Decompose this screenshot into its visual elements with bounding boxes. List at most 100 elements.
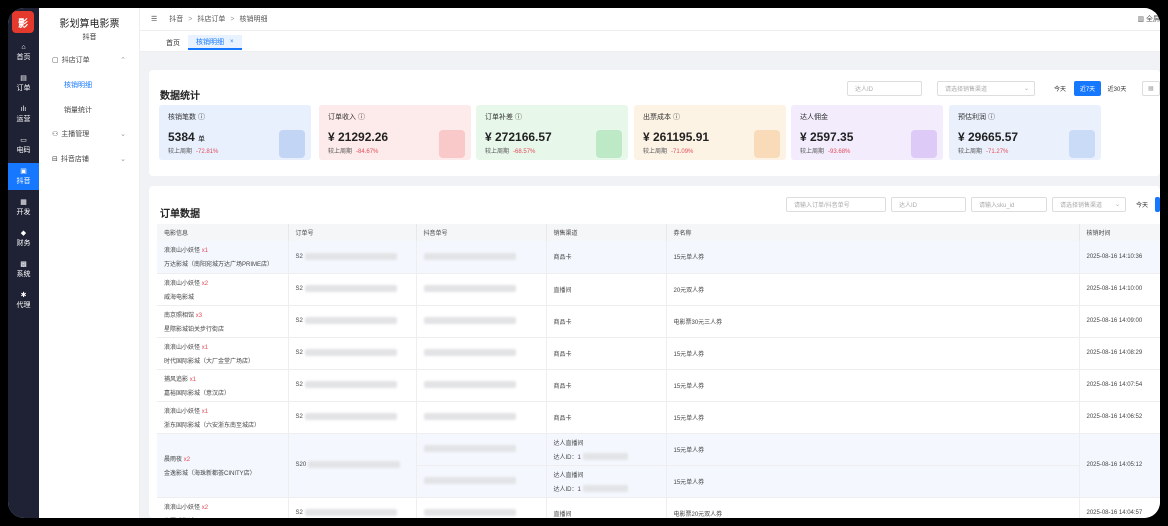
compare-label: 较上周期 bbox=[168, 149, 193, 155]
cell-time: 2025-08-16 14:08:29 bbox=[1079, 337, 1160, 370]
redacted-douyin-number bbox=[423, 381, 516, 389]
stats-talent-id-input[interactable]: 达人ID bbox=[847, 81, 922, 96]
redacted-value bbox=[304, 413, 397, 421]
chevron-down-icon: ⌄ bbox=[120, 156, 126, 163]
cell-ticket: 20元双人券 bbox=[666, 273, 1080, 306]
breadcrumb-item[interactable]: 抖音 bbox=[169, 14, 183, 24]
stat-value: ¥ 272166.57 bbox=[485, 130, 552, 144]
orders-channel-select[interactable]: 请选择销售渠道 ⌄ bbox=[1052, 197, 1126, 212]
rail-label: 订单 bbox=[16, 84, 31, 92]
cell-order: S2 bbox=[288, 401, 417, 434]
table-row[interactable]: 浪浪山小妖怪 x1 万达影城（南阳宛城万达广场PRIME店） S2 商品卡 15元单人券… bbox=[157, 241, 1160, 274]
rail-item-7[interactable]: ▩ 系统 bbox=[8, 256, 39, 283]
tab-home[interactable]: 首页 bbox=[158, 35, 188, 50]
cell-douyin bbox=[416, 305, 547, 338]
orders-talent-id-input[interactable]: 达人ID bbox=[891, 197, 966, 212]
order-number: S2 bbox=[295, 254, 303, 261]
calendar-icon[interactable]: ▦ bbox=[1142, 81, 1160, 96]
stat-card: 预估利润 ⓘ ¥ 29665.57 较上周期 -71.27% bbox=[949, 105, 1101, 160]
breadcrumb-item[interactable]: 抖店订单 bbox=[197, 14, 225, 24]
table-row[interactable]: 晨雨夜 x2 金逸影城（海珠新都荟CINITY店） S20 达人直播间 达人ID：1 15… bbox=[157, 433, 1160, 498]
menu-douyin-shop[interactable]: ⊟ 抖音店铺 ⌄ bbox=[39, 152, 140, 166]
cell-movie: 浪浪山小妖怪 x1 浙东国际影城（六安浙东南至城店） bbox=[157, 401, 289, 434]
cell-douyin bbox=[416, 241, 547, 274]
orders-range-button[interactable] bbox=[1155, 197, 1160, 212]
tab-verify-detail[interactable]: 核销明细 × bbox=[188, 35, 242, 50]
rail-item-8[interactable]: ✱ 代理 bbox=[8, 287, 39, 314]
sku-input[interactable]: 请输入sku_id bbox=[971, 197, 1047, 212]
menu-sales-stats[interactable]: 销量统计 bbox=[39, 103, 140, 117]
table-row[interactable]: 捕风追影 x1 嘉裕国际影城（意汉店） S2 商品卡 15元单人券 2025-08-16 … bbox=[157, 369, 1160, 402]
stats-last30-button[interactable]: 近30天 bbox=[1104, 81, 1130, 96]
table-row[interactable]: 浪浪山小妖怪 x2 华夏威影城 S2 直播间电影票20元双人券2025-08-16 1… bbox=[157, 497, 1160, 518]
rail-item-3[interactable]: ▭ 电码 bbox=[8, 132, 39, 159]
stat-value: ¥ 21292.26 bbox=[328, 130, 388, 144]
menu-verify-detail[interactable]: 核销明细 bbox=[39, 78, 140, 92]
rail-label: 系统 bbox=[16, 270, 31, 278]
rail-item-0[interactable]: ⌂ 首页 bbox=[8, 39, 39, 66]
cell-movie: 浪浪山小妖怪 x1 时代国际影城（大厂金堂广场店） bbox=[157, 337, 289, 370]
select-value: 请选择销售渠道 bbox=[1060, 203, 1103, 209]
table-row[interactable]: 浪浪山小妖怪 x1 浙东国际影城（六安浙东南至城店） S2 商品卡 15元单人券 2025… bbox=[157, 401, 1160, 434]
stat-decoration-icon bbox=[279, 130, 305, 158]
cell-movie: 捕风追影 x1 嘉裕国际影城（意汉店） bbox=[157, 369, 289, 402]
stat-number: ¥ 2597.35 bbox=[800, 130, 854, 144]
orders-title: 订单数据 bbox=[160, 209, 200, 220]
rail-label: 开发 bbox=[16, 208, 31, 216]
order-number: S2 bbox=[295, 414, 303, 421]
menu-anchor-mgmt[interactable]: ⚇ 主播管理 ⌄ bbox=[39, 127, 140, 141]
brand: 影划算电影票 抖音 bbox=[39, 15, 140, 42]
stats-last7-button[interactable]: 近7天 bbox=[1074, 81, 1101, 96]
cell-order: S2 bbox=[288, 337, 417, 370]
rail-icon: ▤ bbox=[20, 74, 27, 82]
breadcrumb-separator: > bbox=[230, 15, 235, 23]
ticket-qty: x2 bbox=[201, 504, 209, 511]
ticket-qty: x1 bbox=[201, 344, 209, 351]
rail-item-1[interactable]: ▤ 订单 bbox=[8, 70, 39, 97]
table-row[interactable]: 南京照相馆 x3 星際影城铂关步行街店 S2 商品卡 电影票30元三人券 2025-08-… bbox=[157, 305, 1160, 338]
stats-today-button[interactable]: 今天 bbox=[1050, 81, 1070, 96]
ticket-qty: x1 bbox=[201, 248, 209, 255]
compare-label: 较上周期 bbox=[800, 149, 825, 155]
fullscreen-button[interactable]: ▥ 全屏 bbox=[1137, 14, 1160, 24]
cell-channel: 商品卡 bbox=[546, 337, 667, 370]
order-number-input[interactable]: 请输入订单/抖音单号 bbox=[786, 197, 886, 212]
order-number: S2 bbox=[295, 286, 303, 293]
orders-today-button[interactable]: 今天 bbox=[1132, 197, 1152, 212]
redacted-value bbox=[304, 381, 397, 389]
rail-label: 运营 bbox=[16, 115, 31, 123]
app-logo-icon: 影 bbox=[12, 11, 34, 33]
stat-compare: 较上周期 -68.57% bbox=[485, 146, 535, 155]
rail-label: 首页 bbox=[16, 53, 31, 61]
compare-change: -71.09% bbox=[671, 149, 694, 155]
breadcrumb-item: 核销明细 bbox=[239, 16, 268, 23]
channel-name: 达人直播间 bbox=[553, 440, 584, 447]
menu-toggle-icon[interactable]: ☰ bbox=[151, 15, 157, 23]
cell-ticket: 15元单人券 bbox=[666, 465, 1080, 498]
chevron-up-icon: ⌃ bbox=[120, 57, 126, 64]
stats-channel-select[interactable]: 请选择销售渠道 ⌄ bbox=[937, 81, 1035, 96]
store-icon: ⊟ bbox=[52, 156, 58, 163]
redacted-douyin-number bbox=[423, 285, 516, 293]
cinema-name: 威海电影城 bbox=[164, 294, 195, 301]
talent-id: 达人ID：1 bbox=[554, 484, 666, 493]
table-row[interactable]: 浪浪山小妖怪 x1 时代国际影城（大厂金堂广场店） S2 商品卡 15元单人券 2025-… bbox=[157, 337, 1160, 370]
cell-douyin bbox=[416, 497, 547, 518]
movie-line: 南京照相馆 x3 bbox=[164, 310, 287, 319]
table-row[interactable]: 浪浪山小妖怪 x2 威海电影城 S2 直播间 20元双人券 2025-08-16 14:1… bbox=[157, 273, 1160, 306]
menu-shop-orders[interactable]: ▢ 抖店订单 ⌃ bbox=[39, 53, 140, 67]
orders-table: 电影信息 订单号 抖音单号 销售渠道 券名称 核销时间 浪浪山小妖怪 x1 万达影城（南阳宛… bbox=[157, 224, 1160, 518]
close-icon[interactable]: × bbox=[230, 39, 234, 45]
cinema-name: 万达影城（南阳宛城万达广场PRIME店） bbox=[164, 262, 274, 269]
stat-label: 出票成本 ⓘ bbox=[643, 114, 680, 121]
cell-time: 2025-08-16 14:07:54 bbox=[1079, 369, 1160, 402]
cell-movie: 浪浪山小妖怪 x2 威海电影城 bbox=[157, 273, 289, 306]
redacted-douyin-number bbox=[423, 413, 516, 421]
rail-item-6[interactable]: ◆ 财务 bbox=[8, 225, 39, 252]
rail-item-5[interactable]: ▦ 开发 bbox=[8, 194, 39, 221]
rail-item-4[interactable]: ▣ 抖音 bbox=[8, 163, 39, 190]
redacted-value bbox=[304, 285, 397, 293]
ticket-qty: x2 bbox=[183, 456, 191, 463]
rail-item-2[interactable]: ılı 运营 bbox=[8, 101, 39, 128]
ticket-qty: x3 bbox=[195, 312, 203, 319]
